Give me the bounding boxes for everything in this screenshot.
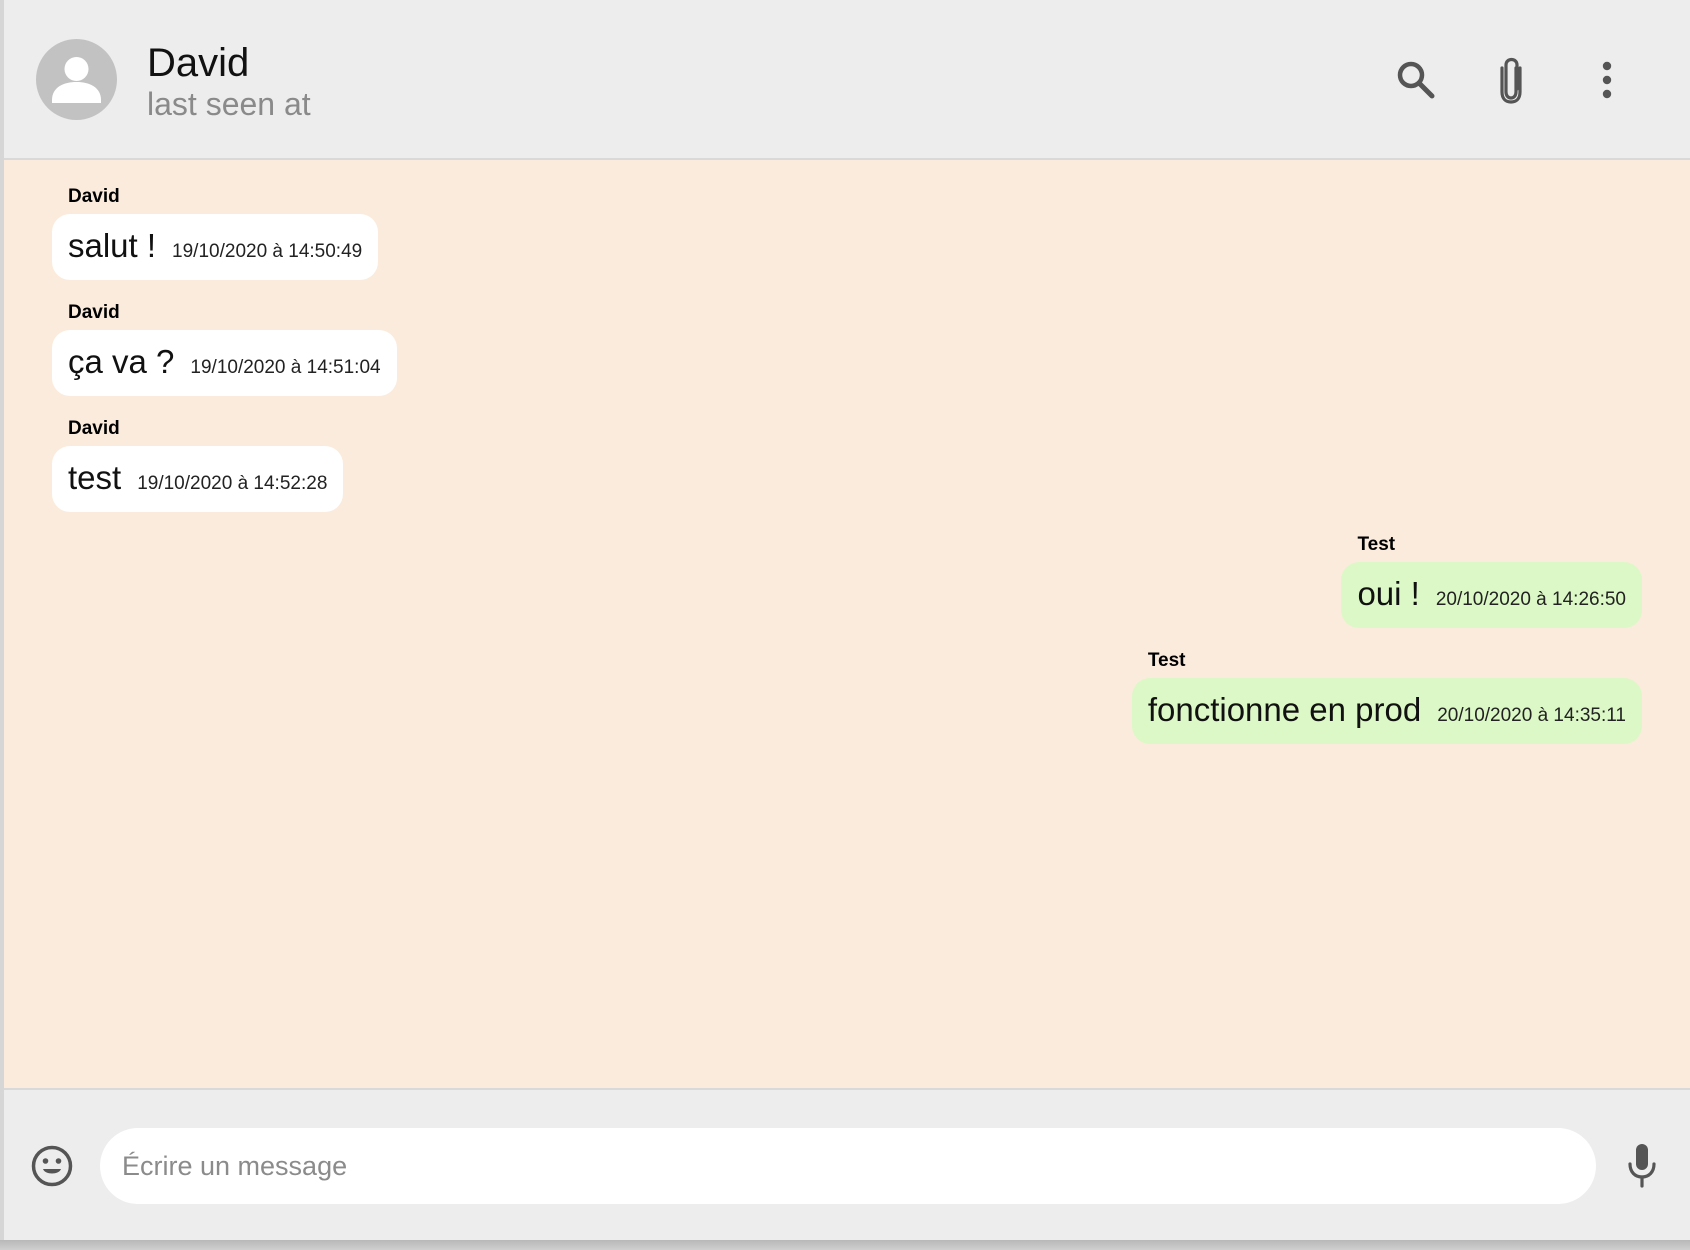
message-sender: David — [68, 186, 120, 207]
message-text: oui ! — [1357, 575, 1420, 612]
message-item: David test 19/10/2020 à 14:52:28 — [52, 418, 344, 512]
mic-button[interactable] — [1618, 1138, 1666, 1194]
paperclip-icon — [1500, 57, 1522, 104]
contact-status: last seen at — [147, 86, 311, 122]
message-text: salut ! — [68, 227, 157, 264]
window-bottom-edge — [0, 1240, 1690, 1250]
message-timestamp: 19/10/2020 à 14:50:49 — [172, 241, 363, 262]
message-bubble[interactable]: fonctionne en prod 20/10/2020 à 14:35:11 — [1131, 678, 1642, 744]
search-icon — [1397, 61, 1435, 99]
message-input[interactable] — [100, 1128, 1596, 1204]
attach-button[interactable] — [1482, 50, 1542, 110]
message-timestamp: 20/10/2020 à 14:26:50 — [1435, 589, 1626, 610]
message-item: Test fonctionne en prod 20/10/2020 à 14:… — [1131, 650, 1642, 744]
person-icon — [52, 57, 101, 103]
message-list[interactable]: David salut ! 19/10/2020 à 14:50:49 Davi… — [4, 160, 1690, 1088]
emoji-icon — [31, 1145, 73, 1187]
message-text: test — [68, 459, 122, 496]
message-timestamp: 19/10/2020 à 14:52:28 — [137, 473, 328, 494]
message-bubble[interactable]: ça va ? 19/10/2020 à 14:51:04 — [52, 330, 397, 396]
mic-icon — [1628, 1144, 1656, 1188]
message-text: ça va ? — [68, 343, 175, 380]
contact-name: David — [147, 41, 250, 85]
message-item: David ça va ? 19/10/2020 à 14:51:04 — [52, 302, 397, 396]
more-vert-icon — [1602, 61, 1612, 99]
message-bubble[interactable]: test 19/10/2020 à 14:52:28 — [52, 446, 344, 512]
avatar[interactable] — [36, 39, 117, 120]
message-timestamp: 19/10/2020 à 14:51:04 — [190, 357, 381, 378]
chat-window: David last seen at David salut ! 19/10/2… — [0, 0, 1690, 1250]
message-bubble[interactable]: oui ! 20/10/2020 à 14:26:50 — [1341, 562, 1642, 628]
more-button[interactable] — [1577, 50, 1637, 110]
emoji-button[interactable] — [28, 1142, 76, 1190]
message-sender: David — [68, 418, 120, 439]
search-button[interactable] — [1386, 50, 1446, 110]
chat-header: David last seen at — [4, 0, 1690, 160]
message-item: David salut ! 19/10/2020 à 14:50:49 — [52, 186, 379, 280]
message-text: fonctionne en prod — [1147, 691, 1422, 728]
message-sender: David — [68, 302, 120, 323]
message-sender: Test — [1357, 534, 1396, 555]
composer-bar — [4, 1088, 1690, 1240]
message-bubble[interactable]: salut ! 19/10/2020 à 14:50:49 — [52, 214, 379, 280]
message-sender: Test — [1147, 650, 1186, 671]
message-timestamp: 20/10/2020 à 14:35:11 — [1437, 705, 1626, 726]
message-item: Test oui ! 20/10/2020 à 14:26:50 — [1341, 534, 1642, 628]
